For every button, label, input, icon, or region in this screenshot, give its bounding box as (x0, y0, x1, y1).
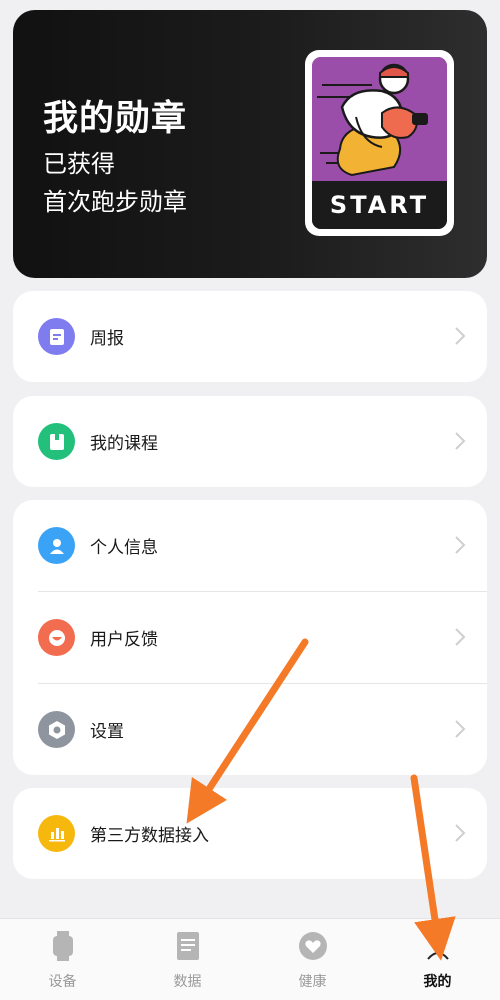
menu-item-third-party-data[interactable]: 第三方数据接入 (13, 788, 487, 879)
runner-illustration-icon (312, 57, 447, 181)
menu-label-settings: 设置 (90, 722, 124, 742)
chevron-right-icon (455, 327, 466, 345)
banner-subtitle-medal-name: 首次跑步勋章 (43, 188, 187, 216)
banner-title: 我的勋章 (43, 99, 188, 139)
banner-subtitle-earned: 已获得 (43, 150, 115, 178)
menu-item-settings[interactable]: 设置 (13, 684, 487, 775)
person-icon (38, 527, 75, 564)
menu-label-third-party-data: 第三方数据接入 (90, 826, 209, 846)
menu-item-user-feedback[interactable]: 用户反馈 (13, 592, 487, 683)
tab-device[interactable]: 设备 (0, 919, 125, 1000)
book-icon (38, 423, 75, 460)
chevron-right-icon (455, 824, 466, 842)
gear-icon (38, 711, 75, 748)
menu-label-user-feedback: 用户反馈 (90, 630, 158, 650)
tab-health[interactable]: 健康 (250, 919, 375, 1000)
menu-label-my-courses: 我的课程 (90, 434, 158, 454)
courses-card: 我的课程 (13, 396, 487, 487)
weekly-report-card: 周报 (13, 291, 487, 382)
tab-mine[interactable]: 我的 (375, 919, 500, 1000)
medal-banner[interactable]: 我的勋章 已获得 首次跑步勋章 START (13, 10, 487, 278)
tab-label-device: 设备 (48, 974, 77, 990)
profile-icon (426, 933, 449, 960)
tab-data[interactable]: 数据 (125, 919, 250, 1000)
watch-icon (52, 931, 73, 961)
heart-icon (298, 932, 327, 960)
bar-chart-icon (38, 815, 75, 852)
report-icon (38, 318, 75, 355)
account-card: 个人信息 用户反馈 设置 (13, 500, 487, 775)
chevron-right-icon (455, 628, 466, 646)
third-party-card: 第三方数据接入 (13, 788, 487, 879)
tab-label-mine: 我的 (423, 974, 452, 990)
tab-label-data: 数据 (173, 974, 202, 990)
chevron-right-icon (455, 432, 466, 450)
document-icon (176, 932, 199, 960)
menu-label-personal-info: 个人信息 (90, 538, 158, 558)
tab-label-health: 健康 (298, 974, 327, 990)
medal-label: START (312, 181, 447, 229)
menu-item-weekly-report[interactable]: 周报 (13, 291, 487, 382)
chevron-right-icon (455, 536, 466, 554)
feedback-smile-icon (38, 619, 75, 656)
menu-label-weekly-report: 周报 (90, 329, 124, 349)
menu-item-personal-info[interactable]: 个人信息 (13, 500, 487, 591)
menu-item-my-courses[interactable]: 我的课程 (13, 396, 487, 487)
first-run-medal[interactable]: START (305, 50, 454, 236)
chevron-right-icon (455, 720, 466, 738)
bottom-tab-bar: 设备 数据 健康 我的 (0, 918, 500, 1000)
